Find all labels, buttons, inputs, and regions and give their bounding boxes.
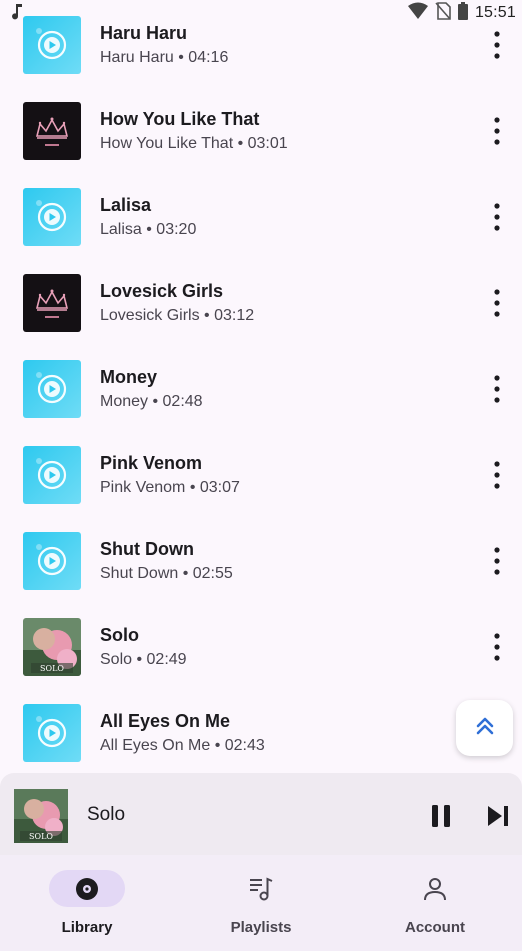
nav-item-account[interactable]: Account xyxy=(348,855,522,951)
more-vert-icon xyxy=(486,547,508,582)
now-playing-album-art: SOLO xyxy=(14,789,68,843)
more-options-button[interactable] xyxy=(486,458,508,492)
more-vert-icon xyxy=(486,117,508,152)
more-options-button[interactable] xyxy=(486,372,508,406)
more-options-button[interactable] xyxy=(486,286,508,320)
album-art xyxy=(23,446,81,504)
song-title: Haru Haru xyxy=(100,23,188,43)
more-options-button[interactable] xyxy=(486,28,508,62)
music-note-icon xyxy=(10,3,24,26)
album-art-text: SOLO xyxy=(40,664,64,673)
album-art xyxy=(23,704,81,762)
nav-item-playlists[interactable]: Playlists xyxy=(174,855,348,951)
song-title: All Eyes On Me xyxy=(100,711,231,731)
double-chevron-up-icon xyxy=(473,714,497,743)
wifi-icon xyxy=(407,2,429,25)
song-title: Shut Down xyxy=(100,539,194,559)
song-title: Money xyxy=(100,367,158,387)
skip-next-button[interactable] xyxy=(483,801,513,831)
song-subtitle: Haru Haru • 04:16 xyxy=(100,49,229,66)
more-vert-icon xyxy=(486,633,508,668)
song-title: Lovesick Girls xyxy=(100,281,224,301)
song-subtitle: Money • 02:48 xyxy=(100,393,203,410)
bottom-navigation: Library Playlists Account xyxy=(0,855,522,951)
song-row[interactable]: SOLO Solo Solo • 02:49 xyxy=(0,603,522,689)
song-subtitle: Shut Down • 02:55 xyxy=(100,565,233,582)
album-art xyxy=(23,532,81,590)
account-icon xyxy=(421,875,449,903)
album-art xyxy=(23,274,81,332)
more-vert-icon xyxy=(486,289,508,324)
song-row[interactable]: Lovesick Girls Lovesick Girls • 03:12 xyxy=(0,259,522,345)
more-vert-icon xyxy=(486,375,508,410)
album-art-text: SOLO xyxy=(29,832,53,841)
song-row[interactable]: How You Like That How You Like That • 03:… xyxy=(0,87,522,173)
playlist-music-icon xyxy=(247,875,275,903)
song-title: Solo xyxy=(100,625,139,645)
now-playing-bar[interactable]: SOLO Solo xyxy=(0,773,522,855)
pause-button[interactable] xyxy=(426,801,456,831)
status-bar: 15:51 xyxy=(0,0,522,26)
album-art xyxy=(23,102,81,160)
song-title: How You Like That xyxy=(100,109,260,129)
now-playing-title: Solo xyxy=(87,804,126,825)
nav-label-playlists: Playlists xyxy=(230,919,292,936)
more-options-button[interactable] xyxy=(486,630,508,664)
album-art: SOLO xyxy=(23,618,81,676)
song-subtitle: Lalisa • 03:20 xyxy=(100,221,197,238)
pause-icon xyxy=(426,805,456,835)
album-art xyxy=(23,360,81,418)
status-clock: 15:51 xyxy=(474,4,516,21)
more-options-button[interactable] xyxy=(486,544,508,578)
song-row[interactable]: Shut Down Shut Down • 02:55 xyxy=(0,517,522,603)
more-vert-icon xyxy=(486,461,508,496)
more-options-button[interactable] xyxy=(486,114,508,148)
song-list[interactable]: Haru Haru Haru Haru • 04:16 How You Like T… xyxy=(0,0,522,772)
more-vert-icon xyxy=(486,203,508,238)
more-options-button[interactable] xyxy=(486,200,508,234)
battery-icon xyxy=(457,1,469,25)
song-subtitle: Pink Venom • 03:07 xyxy=(100,479,240,496)
nav-label-account: Account xyxy=(405,919,465,936)
song-title: Pink Venom xyxy=(100,453,203,473)
song-row[interactable]: Lalisa Lalisa • 03:20 xyxy=(0,173,522,259)
scroll-to-top-button[interactable] xyxy=(456,700,513,756)
song-row[interactable]: Money Money • 02:48 xyxy=(0,345,522,431)
album-art xyxy=(23,188,81,246)
song-row[interactable]: Pink Venom Pink Venom • 03:07 xyxy=(0,431,522,517)
song-row[interactable]: All Eyes On Me All Eyes On Me • 02:43 xyxy=(0,689,522,772)
no-sim-icon xyxy=(435,1,451,25)
nav-item-library[interactable]: Library xyxy=(0,855,174,951)
song-subtitle: Lovesick Girls • 03:12 xyxy=(100,307,255,324)
song-subtitle: All Eyes On Me • 02:43 xyxy=(100,737,265,754)
skip-next-icon xyxy=(483,806,513,835)
nav-label-library: Library xyxy=(61,919,113,936)
more-vert-icon xyxy=(486,31,508,66)
song-subtitle: Solo • 02:49 xyxy=(100,651,187,668)
song-title: Lalisa xyxy=(100,195,152,215)
library-disc-icon xyxy=(73,875,101,903)
song-subtitle: How You Like That • 03:01 xyxy=(100,135,288,152)
